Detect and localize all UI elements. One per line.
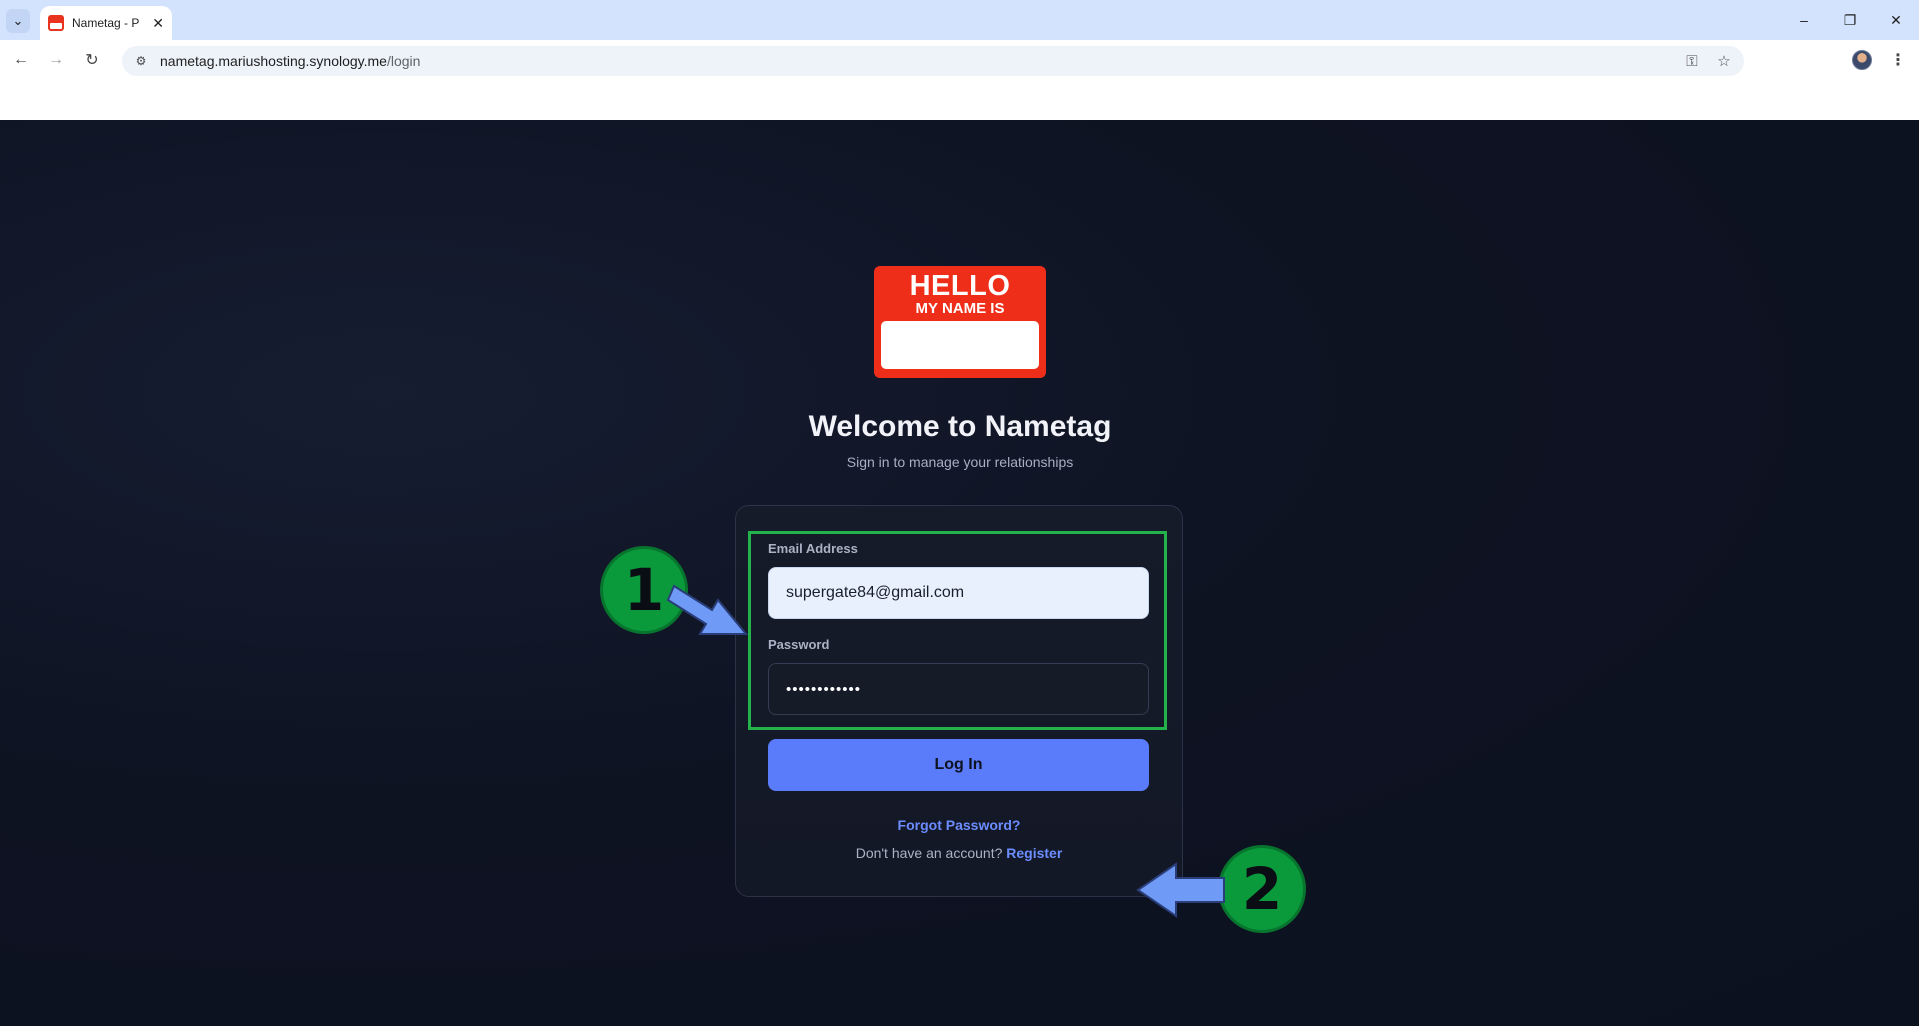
browser-toolbar: ← → ↻ ⚙ nametag.mariushosting.synology.m… [0, 40, 1919, 80]
forgot-password-link[interactable]: Forgot Password? [735, 817, 1183, 833]
register-link[interactable]: Register [1006, 845, 1062, 861]
page-subtitle: Sign in to manage your relationships [846, 454, 1074, 470]
step-2-arrow-icon [1136, 862, 1225, 918]
browser-spacer [0, 80, 1919, 120]
nametag-favicon-icon [48, 15, 64, 31]
logo-hello-text: HELLO [909, 270, 1011, 302]
password-key-icon[interactable]: ⚿ [1680, 49, 1704, 73]
tab-search-chevron-down-icon[interactable]: ⌄ [6, 9, 30, 33]
no-account-text: Don't have an account? [855, 845, 1003, 861]
nametag-logo: HELLO MY NAME IS [874, 266, 1046, 378]
logo-my-name-is-text: MY NAME IS [915, 300, 1005, 317]
step-2-badge: 2 [1218, 845, 1306, 933]
address-bar[interactable]: ⚙ nametag.mariushosting.synology.me/logi… [122, 46, 1744, 76]
url-host: nametag.mariushosting.synology.me [160, 53, 387, 69]
url-text[interactable]: nametag.mariushosting.synology.me/login [160, 53, 420, 69]
tab-title: Nametag - P [72, 16, 140, 30]
profile-avatar[interactable] [1852, 50, 1872, 70]
register-prompt: Don't have an account? Register [735, 845, 1183, 861]
back-arrow-icon[interactable]: ← [9, 48, 33, 72]
bookmark-star-icon[interactable]: ☆ [1712, 49, 1736, 73]
credentials-highlight-box [748, 531, 1167, 730]
logo-name-blank [881, 321, 1039, 369]
window-controls: – ❐ ✕ [1781, 0, 1919, 40]
restore-button[interactable]: ❐ [1827, 0, 1873, 40]
page-title: Welcome to Nametag [808, 410, 1112, 443]
step-1-arrow-icon [666, 584, 749, 635]
minimize-button[interactable]: – [1781, 0, 1827, 40]
reload-icon[interactable]: ↻ [80, 48, 104, 72]
close-window-button[interactable]: ✕ [1873, 0, 1919, 40]
login-button[interactable]: Log In [768, 739, 1149, 791]
browser-tab-bar: ⌄ Nametag - P ✕ – ❐ ✕ [0, 0, 1919, 40]
url-path: /login [386, 53, 421, 69]
forward-arrow-icon[interactable]: → [44, 48, 68, 72]
login-page: HELLO MY NAME IS Welcome to Nametag Sign… [0, 120, 1919, 1026]
browser-tab[interactable]: Nametag - P ✕ [40, 6, 172, 40]
tab-close-icon[interactable]: ✕ [152, 15, 164, 32]
site-info-tune-icon[interactable]: ⚙ [130, 50, 152, 72]
more-options-icon[interactable]: ⋮ [1886, 48, 1910, 72]
